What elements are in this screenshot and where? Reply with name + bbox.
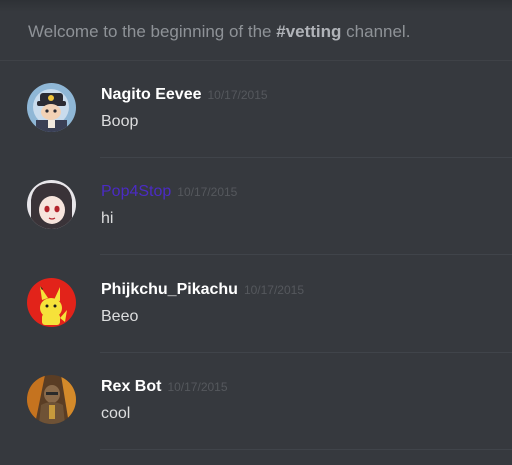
welcome-prefix: Welcome to the beginning of the	[28, 22, 277, 41]
avatar[interactable]	[27, 375, 76, 424]
message-timestamp: 10/17/2015	[177, 185, 238, 199]
author-name[interactable]: Rex Bot	[101, 378, 161, 395]
avatar[interactable]	[27, 83, 76, 132]
message-group: Phijkchu_Pikachu 10/17/2015 Beeo	[0, 256, 512, 353]
avatar[interactable]	[27, 180, 76, 229]
author-name[interactable]: Pop4Stop	[101, 183, 171, 200]
message-author-row: Phijkchu_Pikachu 10/17/2015	[101, 281, 304, 299]
message-timestamp: 10/17/2015	[243, 283, 304, 297]
message-group: Rex Bot 10/17/2015 cool	[0, 353, 512, 450]
message-divider	[100, 449, 512, 450]
message-divider	[100, 254, 512, 255]
welcome-suffix: channel.	[341, 22, 411, 41]
message-timestamp: 10/17/2015	[167, 380, 228, 394]
message-text: hi	[101, 210, 114, 227]
author-name[interactable]: Phijkchu_Pikachu	[101, 281, 238, 298]
message-timestamp: 10/17/2015	[207, 88, 268, 102]
message-author-row: Pop4Stop 10/17/2015	[101, 183, 237, 201]
author-name[interactable]: Nagito Eevee	[101, 86, 201, 103]
channel-name[interactable]: #vetting	[276, 22, 341, 41]
message-text: Boop	[101, 113, 139, 130]
top-fade	[0, 0, 512, 12]
message-author-row: Rex Bot 10/17/2015	[101, 378, 228, 396]
message-group: Nagito Eevee 10/17/2015 Boop	[0, 61, 512, 158]
channel-welcome-message: Welcome to the beginning of the #vetting…	[28, 22, 410, 42]
message-text: cool	[101, 405, 131, 422]
avatar[interactable]	[27, 278, 76, 327]
message-text: Beeo	[101, 308, 139, 325]
message-author-row: Nagito Eevee 10/17/2015	[101, 86, 268, 104]
message-group: Pop4Stop 10/17/2015 hi	[0, 158, 512, 255]
